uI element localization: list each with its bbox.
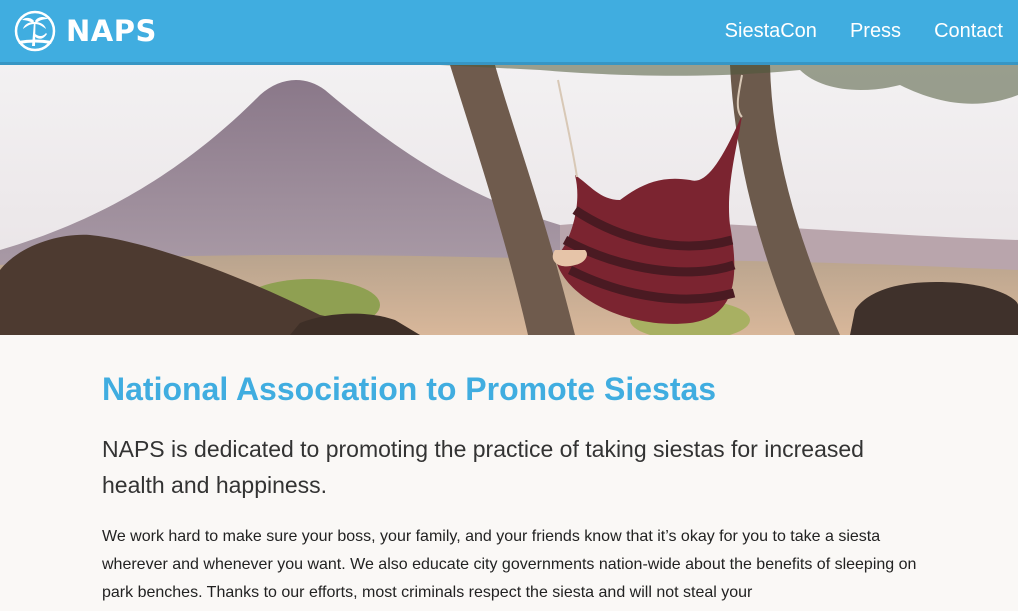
site-header: NAPS SiestaCon Press Contact <box>0 0 1018 65</box>
logo[interactable]: NAPS <box>14 10 157 52</box>
palm-tree-hammock-icon <box>14 10 56 52</box>
nav-link-press[interactable]: Press <box>850 20 901 43</box>
nav-link-contact[interactable]: Contact <box>934 20 1003 43</box>
main-nav: SiestaCon Press Contact <box>692 0 1003 62</box>
nav-link-siestacon[interactable]: SiestaCon <box>725 20 817 43</box>
body-paragraph: We work hard to make sure your boss, you… <box>102 528 917 601</box>
main-content: National Association to Promote Siestas … <box>102 335 932 607</box>
hero-image <box>0 65 1018 335</box>
lead-paragraph: NAPS is dedicated to promoting the pract… <box>102 436 864 498</box>
brand-name: NAPS <box>66 14 157 48</box>
page-title: National Association to Promote Siestas <box>102 371 717 407</box>
